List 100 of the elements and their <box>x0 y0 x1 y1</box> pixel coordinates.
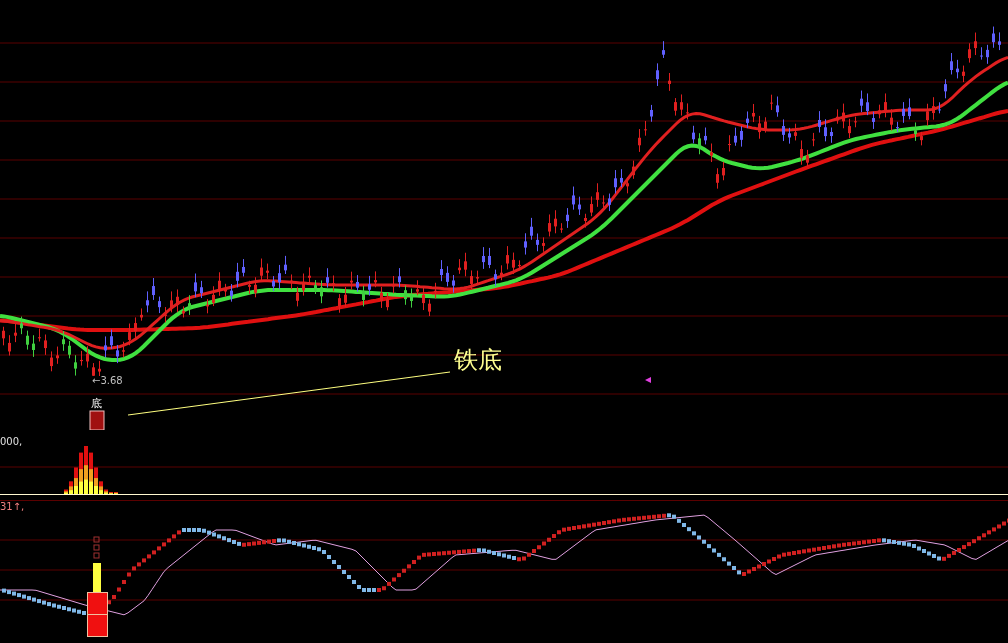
candlestick <box>128 323 131 346</box>
candlestick <box>932 96 935 121</box>
candlestick <box>374 270 377 288</box>
candlestick <box>872 111 875 130</box>
candlestick <box>914 122 917 142</box>
candlestick <box>464 252 467 277</box>
candlestick <box>188 294 191 316</box>
candlestick <box>980 46 983 61</box>
candlestick <box>632 160 635 180</box>
candlestick <box>518 259 521 271</box>
candlestick <box>620 168 623 188</box>
candlestick <box>134 316 137 339</box>
candlestick <box>830 127 833 144</box>
candlestick <box>758 115 761 140</box>
candlestick <box>404 284 407 306</box>
candlestick <box>356 274 359 293</box>
candlestick <box>110 329 113 350</box>
candlestick <box>158 296 161 314</box>
candlestick <box>560 222 563 234</box>
candlestick <box>350 271 353 290</box>
candlestick <box>104 335 107 358</box>
candlestick <box>806 149 809 167</box>
candlestick <box>320 279 323 304</box>
candlestick <box>896 121 899 133</box>
candlestick <box>728 134 731 152</box>
candlestick <box>182 305 185 318</box>
candlestick <box>218 271 221 297</box>
candlestick <box>860 90 863 113</box>
candlestick <box>242 258 245 277</box>
candlestick <box>398 267 401 288</box>
candlestick <box>524 232 527 256</box>
candlestick <box>584 213 587 229</box>
candlestick <box>722 161 725 181</box>
candlestick <box>332 275 335 292</box>
candlestick <box>368 275 371 297</box>
candlestick <box>890 108 893 132</box>
candlestick <box>194 273 197 298</box>
candlestick <box>704 127 707 145</box>
candlestick <box>644 120 647 137</box>
candlestick <box>380 286 383 309</box>
candlestick <box>86 345 89 369</box>
candlestick <box>470 269 473 290</box>
candlestick <box>206 298 209 314</box>
candlestick <box>362 285 365 307</box>
candlestick <box>944 78 947 99</box>
candlestick <box>386 292 389 311</box>
candlestick <box>650 104 653 123</box>
candlestick <box>992 26 995 49</box>
candlestick <box>14 323 17 343</box>
candlestick <box>554 209 557 234</box>
candlestick <box>116 344 119 364</box>
candlestick <box>578 196 581 216</box>
candlestick <box>482 246 485 270</box>
candlestick <box>56 346 59 365</box>
candlestick <box>548 213 551 237</box>
signal-label: 底 <box>91 396 102 411</box>
candlestick <box>818 110 821 133</box>
low-price-label: ←3.68 <box>92 376 123 386</box>
candlestick <box>224 283 227 298</box>
candlestick <box>974 32 977 56</box>
candlestick <box>788 127 791 145</box>
candlestick <box>710 143 713 163</box>
candlestick <box>794 123 797 141</box>
candlestick <box>986 44 989 65</box>
candlestick <box>536 233 539 252</box>
candlestick <box>452 274 455 294</box>
candlestick <box>602 194 605 209</box>
volume-label: 000, <box>0 436 23 447</box>
candlestick <box>752 103 755 123</box>
candlestick <box>614 169 617 194</box>
candlestick <box>290 273 293 290</box>
candlestick <box>440 259 443 282</box>
candlestick <box>8 334 11 356</box>
candlestick <box>776 96 779 118</box>
candlestick <box>152 277 155 301</box>
candlestick <box>338 293 341 314</box>
candlestick <box>638 128 641 153</box>
candlestick <box>200 280 203 299</box>
candlestick <box>854 116 857 128</box>
candlestick <box>284 255 287 275</box>
candlestick <box>266 263 269 280</box>
candlestick <box>428 298 431 317</box>
candlestick <box>884 92 887 118</box>
candlestick <box>824 118 827 142</box>
candlestick <box>38 328 41 342</box>
candlestick <box>272 275 275 292</box>
candlestick <box>530 217 533 241</box>
candlestick <box>836 108 839 125</box>
candlestick <box>68 340 71 359</box>
candlestick <box>512 252 515 275</box>
candlestick <box>608 193 611 212</box>
candlestick <box>314 279 317 295</box>
candlestick <box>800 139 803 166</box>
candlestick <box>212 285 215 307</box>
candlestick <box>770 94 773 111</box>
candlestick <box>848 118 851 139</box>
candlestick <box>2 326 5 346</box>
candlestick <box>626 176 629 194</box>
candlestick <box>542 236 545 253</box>
candlestick <box>962 65 965 83</box>
